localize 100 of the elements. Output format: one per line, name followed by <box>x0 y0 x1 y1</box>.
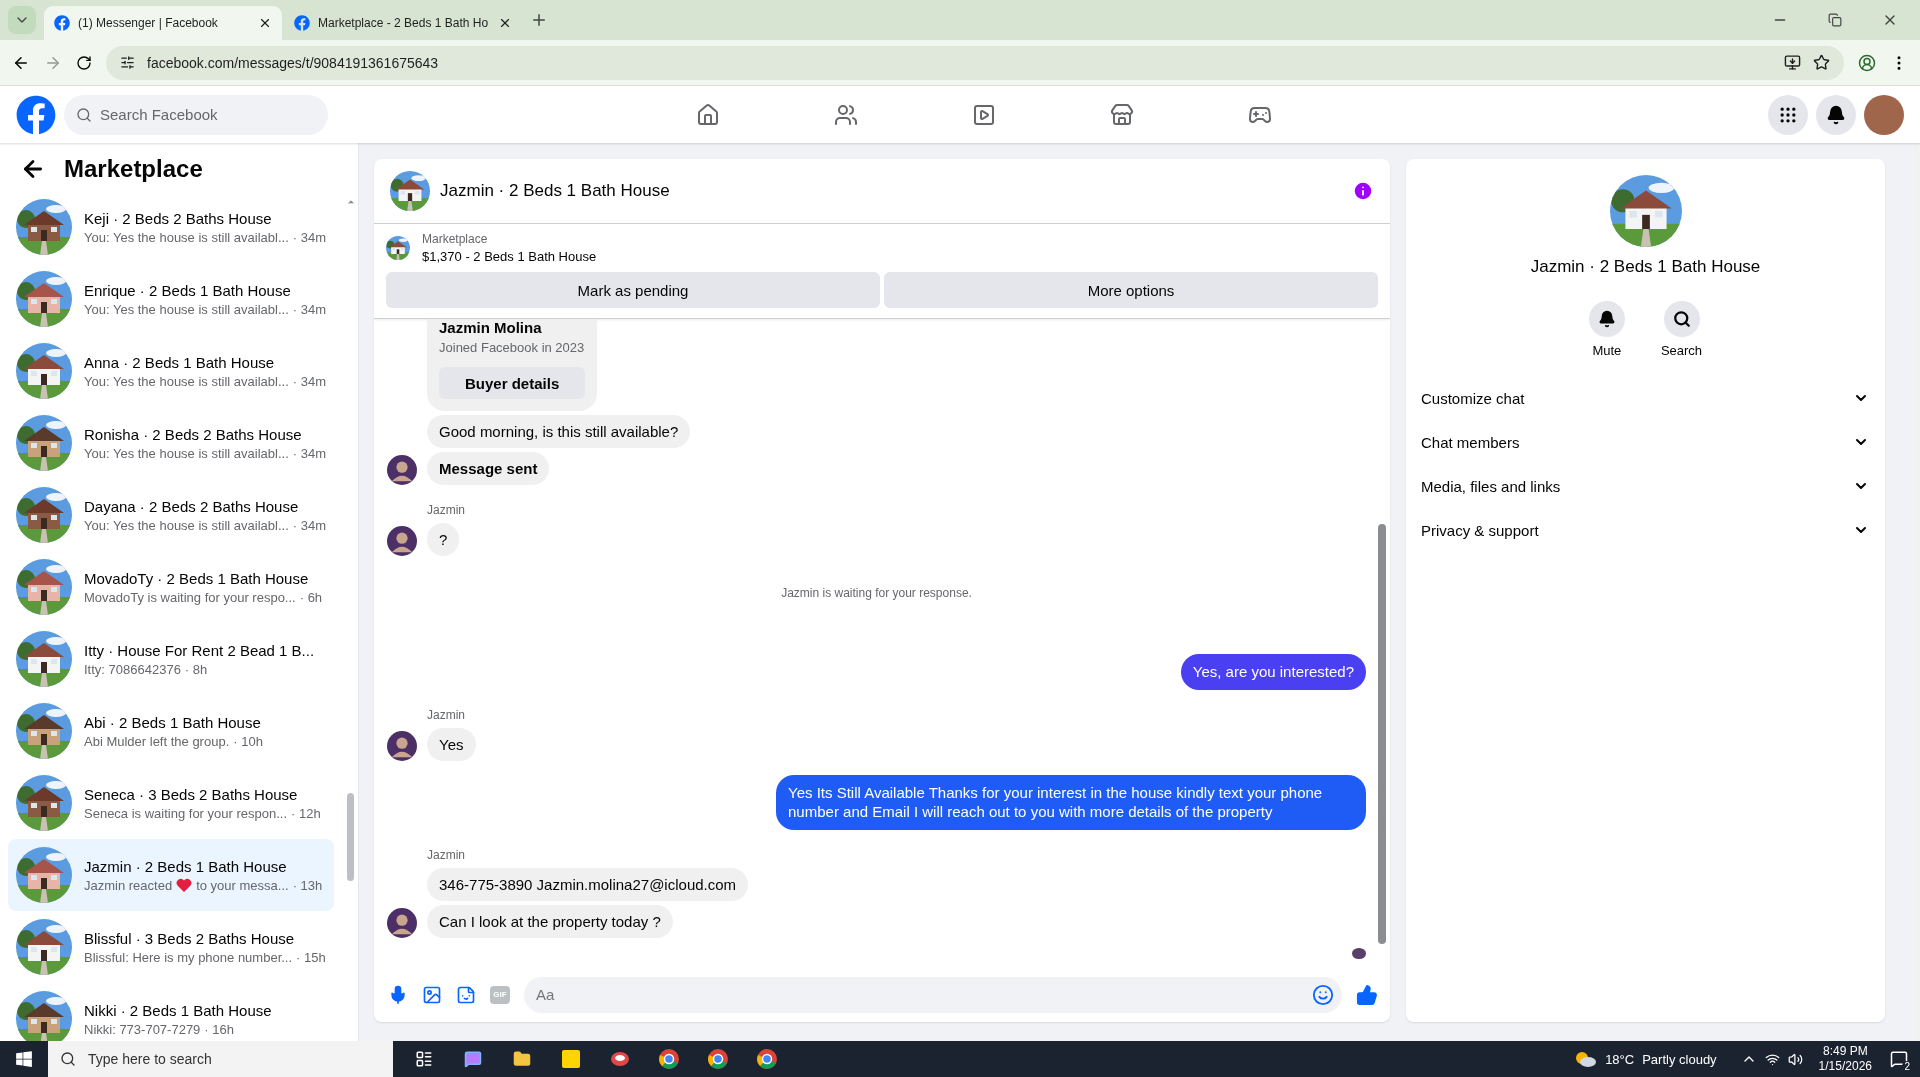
sticker-icon[interactable] <box>456 984 476 1005</box>
temperature-text: 18°C <box>1605 1051 1635 1067</box>
conversation-time: · 34m <box>292 445 326 461</box>
close-icon[interactable] <box>258 16 272 30</box>
message-bubble: Yes Its Still Available Thanks for your interest in the house kindly text your phone number and Email I will reach out to you with more details of the property <box>776 774 1366 830</box>
scrollbar-thumb[interactable] <box>1378 524 1386 944</box>
facebook-logo[interactable] <box>16 94 56 135</box>
address-bar[interactable]: facebook.com/messages/t/9084191361675643 <box>106 45 1844 80</box>
conversation-preview: Abi Mulder left the group. <box>84 733 230 749</box>
conversation-name: Ronisha · 2 Beds 2 Baths House <box>84 425 303 443</box>
conversation-item[interactable]: Ronisha · 2 Beds 2 Baths House You: Yes the house is still availabl... · 34m <box>8 407 334 479</box>
conversation-time: · 15h <box>296 949 326 965</box>
conversation-title: Jazmin · 2 Beds 1 Bath House <box>1530 257 1761 277</box>
mute-button[interactable] <box>1588 301 1625 337</box>
weather-text: Partly cloudy <box>1642 1051 1717 1067</box>
message-bubble: ? <box>427 523 460 556</box>
buyer-joined-text: Joined Facebook in 2023 <box>439 340 586 355</box>
scrollbar-thumb[interactable] <box>347 793 354 881</box>
browser-tab[interactable]: Marketplace - 2 Beds 1 Bath Ho <box>284 6 522 40</box>
conversation-time: · 34m <box>292 517 326 533</box>
buyer-name: Jazmin Molina <box>439 319 543 336</box>
facebook-icon <box>54 15 70 31</box>
bell-icon <box>1597 310 1616 328</box>
search-icon <box>76 106 92 123</box>
search-button[interactable] <box>1663 301 1700 337</box>
message-bubble: Can I look at the property today ? <box>427 904 673 938</box>
taskbar-search-field[interactable]: Type here to search <box>48 1041 393 1077</box>
conversation-item[interactable]: Dayana · 2 Beds 2 Baths House You: Yes the house is still availabl... · 34m <box>8 479 334 551</box>
install-icon[interactable] <box>1784 54 1801 71</box>
emoji-icon[interactable] <box>1312 983 1334 1006</box>
conversation-preview: Nikki: 773-707-7279 <box>84 1021 201 1037</box>
conversation-time: · 16h <box>204 1021 234 1037</box>
weather-icon <box>1573 1049 1598 1069</box>
details-section[interactable]: Media, files and links <box>1418 464 1873 508</box>
message-bubble: Yes, are you interested? <box>1180 654 1366 690</box>
listing-detail: $1,370 - 2 Beds 1 Bath House <box>422 249 597 264</box>
clock-date: 1/15/2026 <box>1818 1059 1872 1074</box>
conversation-item[interactable]: Itty · House For Rent 2 Bead 1 B... Itty: 7086642376 · 8h <box>8 623 334 695</box>
network-icon[interactable] <box>1764 1051 1780 1067</box>
sender-name: Jazmin <box>427 707 467 722</box>
conversation-preview: You: Yes the house is still availabl... <box>84 445 289 461</box>
details-section[interactable]: Privacy & support <box>1418 508 1873 552</box>
conversation-preview: You: Yes the house is still availabl... <box>84 301 289 317</box>
close-icon[interactable] <box>498 16 512 30</box>
conversation-time: · 12h <box>291 805 321 821</box>
search-icon <box>60 1051 76 1067</box>
conversation-item[interactable]: MovadoTy · 2 Beds 1 Bath House MovadoTy is waiting for your respo... · 6h <box>8 551 334 623</box>
buyer-details-button[interactable]: Buyer details <box>439 367 586 399</box>
status-note: Jazmin is waiting for your response. <box>781 586 972 600</box>
action-label: Mute <box>1592 343 1622 358</box>
info-icon[interactable] <box>1352 180 1374 202</box>
conversation-item[interactable]: Anna · 2 Beds 1 Bath House You: Yes the house is still availabl... · 34m <box>8 335 334 407</box>
conversation-time: · 13h <box>292 877 323 893</box>
new-tab-button[interactable] <box>530 11 548 29</box>
conversation-item[interactable]: Blissful · 3 Beds 2 Baths House Blissful: Here is my phone number... · 15h <box>8 911 334 983</box>
conversation-preview: Itty: 7086642376 <box>84 661 181 677</box>
conversation-name: Itty · House For Rent 2 Bead 1 B... <box>84 641 315 659</box>
conversation-preview: Seneca is waiting for your respon... <box>84 805 288 821</box>
site-settings-icon[interactable] <box>120 55 135 70</box>
conversation-name: Keji · 2 Beds 2 Baths House <box>84 209 273 227</box>
sidebar-title: Marketplace <box>64 155 203 183</box>
user-avatar[interactable] <box>1864 94 1904 135</box>
conversation-preview: You: Yes the house is still availabl... <box>84 229 289 245</box>
conversation-name: Anna · 2 Beds 1 Bath House <box>84 353 276 371</box>
microphone-icon[interactable] <box>388 984 408 1005</box>
details-section[interactable]: Chat members <box>1418 420 1873 464</box>
notification-count: 2 <box>1902 1061 1912 1072</box>
volume-icon[interactable] <box>1787 1051 1803 1067</box>
notifications-button[interactable] <box>1816 94 1856 135</box>
image-icon[interactable] <box>422 984 442 1005</box>
reload-icon[interactable] <box>76 54 92 71</box>
bell-icon <box>1826 104 1846 125</box>
bookmark-icon[interactable] <box>1813 54 1830 71</box>
like-icon[interactable] <box>1356 983 1378 1006</box>
conversation-item[interactable]: Seneca · 3 Beds 2 Baths House Seneca is waiting for your respon... · 12h <box>8 767 334 839</box>
listing-action-button[interactable]: More options <box>884 272 1378 308</box>
chat-title: Jazmin · 2 Beds 1 Bath House <box>440 181 671 201</box>
conversation-item[interactable]: Enrique · 2 Beds 1 Bath House You: Yes the house is still availabl... · 34m <box>8 263 334 335</box>
conversation-item[interactable]: Keji · 2 Beds 2 Baths House You: Yes the house is still availabl... · 34m <box>8 191 334 263</box>
search-field[interactable]: Search Facebook <box>64 94 328 135</box>
conversation-name: Seneca · 3 Beds 2 Baths House <box>84 785 299 803</box>
scroll-up-icon[interactable] <box>346 197 356 207</box>
conversation-item[interactable]: Abi · 2 Beds 1 Bath House Abi Mulder left the group. · 10h <box>8 695 334 767</box>
conversation-name: Nikki · 2 Beds 1 Bath House <box>84 1001 272 1019</box>
message-input[interactable]: Aa <box>524 976 1342 1013</box>
clock-time: 8:49 PM <box>1822 1044 1868 1059</box>
read-receipt-avatar <box>1352 947 1366 959</box>
conversation-time: · 10h <box>233 733 263 749</box>
message-bubble: Message sent <box>427 452 550 485</box>
conversation-preview: MovadoTy is waiting for your respo... <box>84 589 296 605</box>
listing-label: Marketplace <box>422 232 489 246</box>
avatar <box>387 907 417 938</box>
restore-icon[interactable] <box>1828 13 1842 27</box>
browser-tab[interactable]: (1) Messenger | Facebook <box>44 6 282 40</box>
conversation-item[interactable]: Jazmin · 2 Beds 1 Bath House Jazmin reacted to your messa... · 13h <box>8 839 334 911</box>
profile-icon[interactable] <box>1858 53 1876 72</box>
menu-grid-button[interactable] <box>1768 94 1808 135</box>
listing-action-button[interactable]: Mark as pending <box>386 272 880 308</box>
conversation-name: Jazmin · 2 Beds 1 Bath House <box>84 857 288 875</box>
details-section[interactable]: Customize chat <box>1418 376 1873 420</box>
